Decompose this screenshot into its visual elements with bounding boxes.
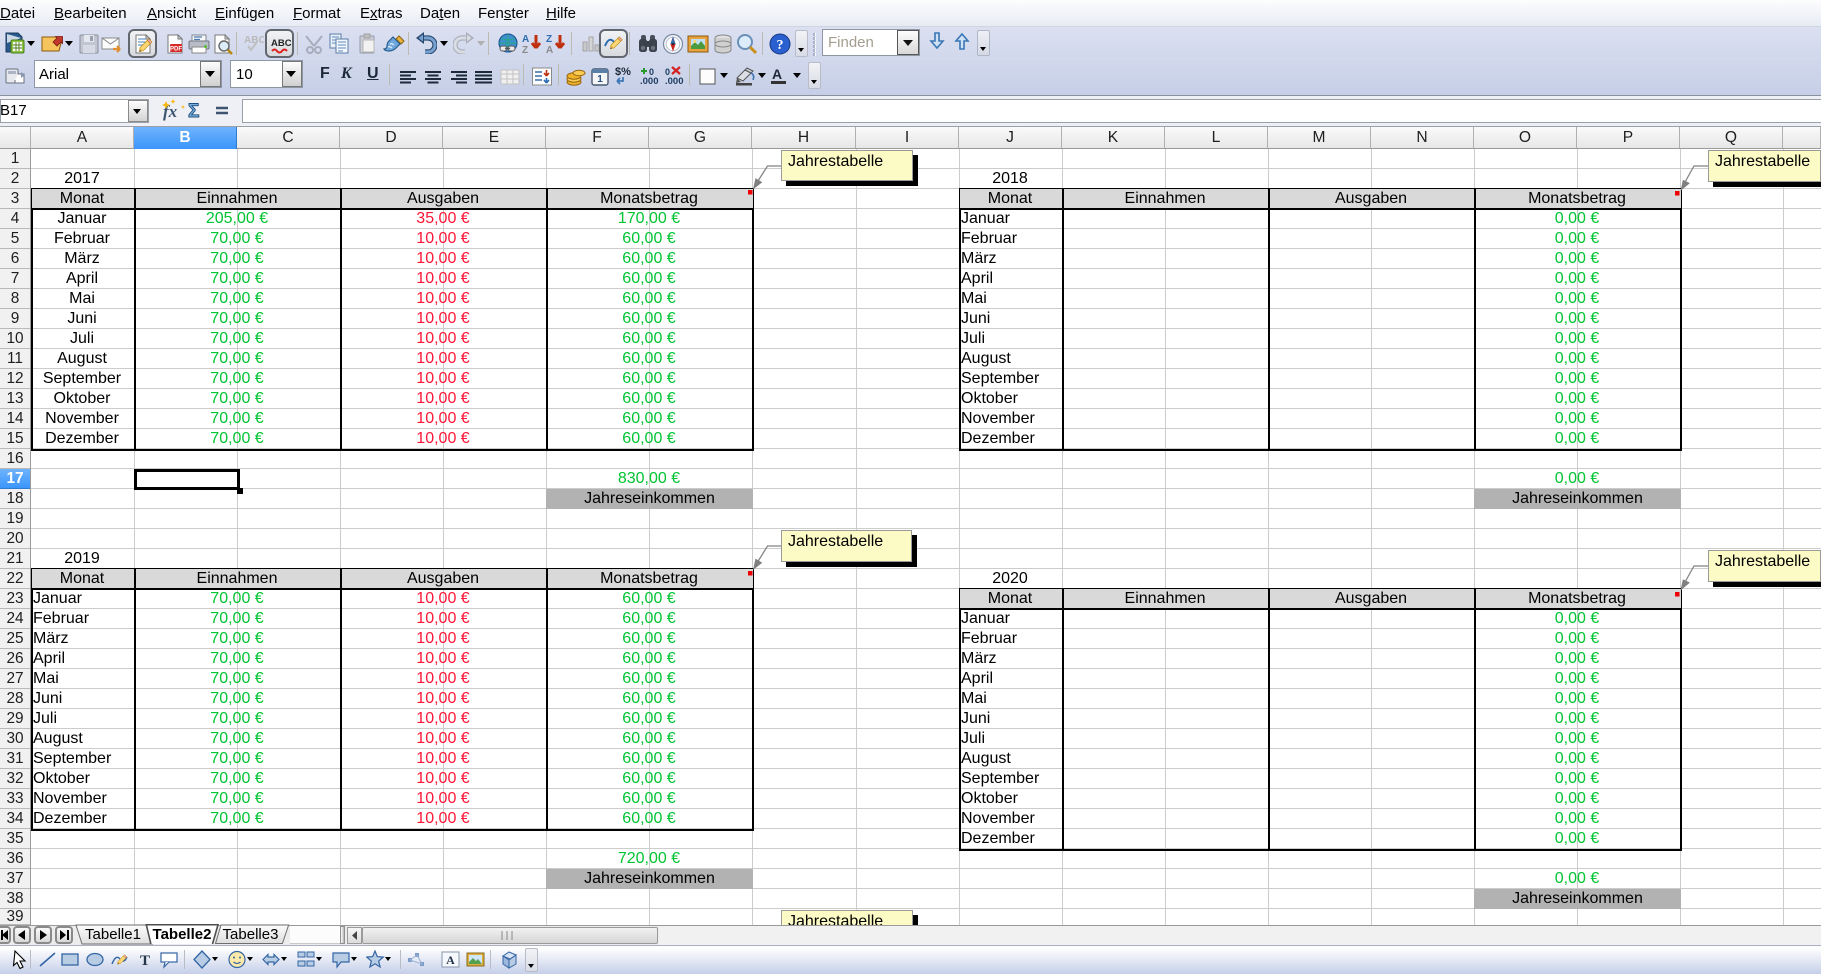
svg-text:Σ: Σ xyxy=(188,101,199,122)
svg-text:$%: $% xyxy=(615,66,631,78)
svg-text:ABC: ABC xyxy=(271,38,292,49)
svg-text:T: T xyxy=(140,953,150,969)
svg-text:A: A xyxy=(772,66,782,82)
svg-text:PDF: PDF xyxy=(170,47,182,53)
svg-text:.000: .000 xyxy=(640,76,659,86)
svg-text:1: 1 xyxy=(597,74,603,85)
svg-text:?: ? xyxy=(777,38,784,53)
svg-text:A: A xyxy=(522,34,529,45)
svg-text:A: A xyxy=(546,45,553,55)
svg-text:A: A xyxy=(446,953,455,967)
svg-text:.000: .000 xyxy=(665,76,684,86)
svg-text:Z: Z xyxy=(546,34,552,45)
svg-text:Z: Z xyxy=(522,45,528,55)
